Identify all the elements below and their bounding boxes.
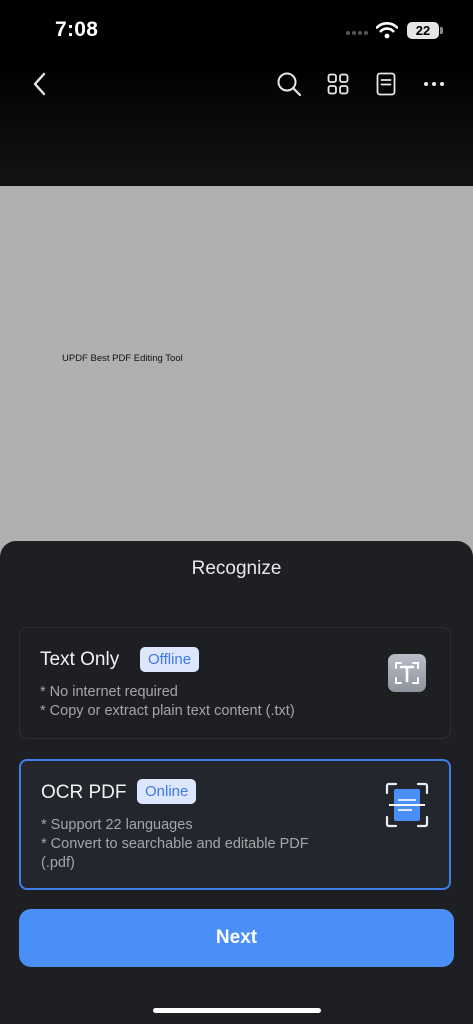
battery-nub xyxy=(440,27,443,34)
pdf-page: UPDF Best PDF Editing Tool xyxy=(0,186,473,566)
wifi-icon xyxy=(376,22,398,39)
search-button[interactable] xyxy=(274,69,304,99)
search-icon xyxy=(277,72,302,97)
option-desc-line: (.pdf) xyxy=(41,855,75,871)
back-button[interactable] xyxy=(24,69,54,99)
home-indicator xyxy=(153,1008,321,1013)
option-text-only[interactable]: Text Only Offline * No internet required… xyxy=(19,627,451,739)
battery-icon: 22 xyxy=(407,22,439,39)
offline-badge: Offline xyxy=(140,647,200,672)
ocr-scan-icon xyxy=(385,782,429,828)
grid-icon xyxy=(327,73,349,95)
top-toolbar xyxy=(0,62,473,186)
option-desc-line: * No internet required xyxy=(40,684,178,700)
next-button[interactable]: Next xyxy=(19,909,454,967)
cellular-signal-icon xyxy=(346,31,370,37)
sheet-title: Recognize xyxy=(191,558,282,579)
text-recognition-icon xyxy=(388,654,426,692)
outline-button[interactable] xyxy=(371,69,401,99)
option-ocr-pdf[interactable]: OCR PDF Online * Support 22 languages * … xyxy=(19,759,451,890)
online-badge: Online xyxy=(137,779,197,804)
option-desc-line: * Copy or extract plain text content (.t… xyxy=(40,703,295,719)
status-time: 7:08 xyxy=(55,18,99,41)
more-icon xyxy=(424,82,444,86)
status-bar: 7:08 22 xyxy=(0,0,473,62)
chevron-left-icon xyxy=(33,72,46,96)
more-button[interactable] xyxy=(419,69,449,99)
option-title: OCR PDF xyxy=(41,782,127,803)
pdf-page-text: UPDF Best PDF Editing Tool xyxy=(62,353,183,364)
option-desc-line: * Support 22 languages xyxy=(41,817,193,833)
recognize-sheet: Recognize Text Only Offline * No interne… xyxy=(0,541,473,1024)
document-outline-icon xyxy=(376,72,396,96)
option-title: Text Only xyxy=(40,649,120,670)
option-desc-line: * Convert to searchable and editable PDF xyxy=(41,836,309,852)
thumbnails-button[interactable] xyxy=(323,69,353,99)
